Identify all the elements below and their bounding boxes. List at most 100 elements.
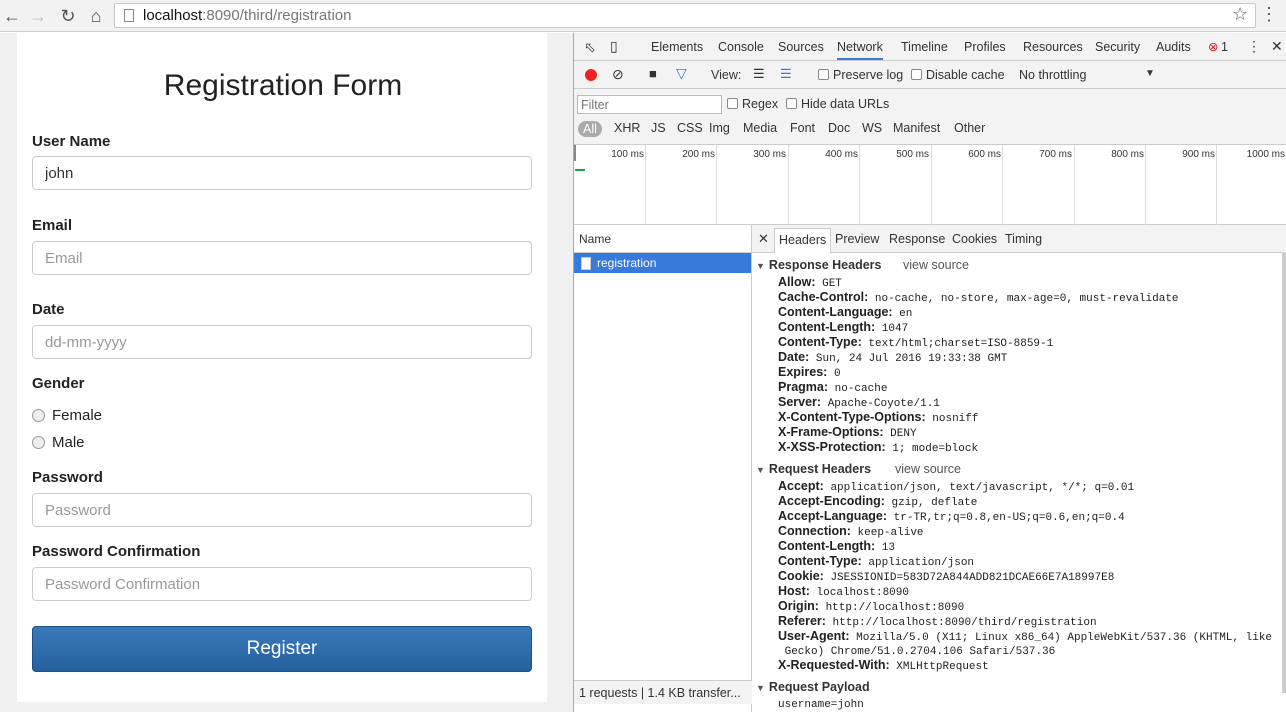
tab-audits[interactable]: Audits xyxy=(1156,40,1191,54)
header-row: Expires: 0 xyxy=(778,365,1278,381)
tab-timeline[interactable]: Timeline xyxy=(901,40,948,54)
password-input[interactable] xyxy=(32,493,532,527)
header-value: keep-alive xyxy=(850,527,924,539)
filter-icon[interactable]: ▽ xyxy=(676,65,687,82)
tab-console[interactable]: Console xyxy=(718,40,764,54)
reload-icon[interactable]: ↻ xyxy=(56,4,80,28)
tab-timing[interactable]: Timing xyxy=(1005,232,1042,246)
request-view-source-link[interactable]: view source xyxy=(895,462,961,476)
detail-tabbar: ✕ Headers Preview Response Cookies Timin… xyxy=(752,225,1286,254)
regex-label: Regex xyxy=(742,97,779,111)
tab-elements[interactable]: Elements xyxy=(651,40,703,54)
response-view-source-link[interactable]: view source xyxy=(903,258,969,272)
tab-sources[interactable]: Sources xyxy=(778,40,824,54)
filter-media[interactable]: Media xyxy=(743,121,777,135)
username-label: User Name xyxy=(32,133,111,150)
tab-preview[interactable]: Preview xyxy=(835,232,879,246)
request-headers-title: Request Headers xyxy=(768,462,872,476)
header-value: GET xyxy=(815,278,842,290)
url-host: localhost xyxy=(143,7,203,24)
capture-screenshots-icon[interactable]: ■ xyxy=(649,66,657,81)
large-rows-icon[interactable]: ☰ xyxy=(753,66,765,82)
header-key: Content-Type: xyxy=(778,335,862,349)
device-mode-icon[interactable]: ▯ xyxy=(610,38,618,55)
tab-security[interactable]: Security xyxy=(1095,40,1140,54)
gender-male-radio[interactable] xyxy=(32,436,45,449)
filter-all[interactable]: All xyxy=(578,121,602,137)
inspect-icon[interactable]: ⬁ xyxy=(584,39,596,56)
preserve-log-label: Preserve log xyxy=(833,68,904,82)
header-row: Origin: http://localhost:8090 xyxy=(778,599,1278,615)
name-column-header[interactable]: Name xyxy=(574,225,751,253)
header-value: no-cache xyxy=(828,383,888,395)
request-payload-section[interactable]: ▼ Request Payload xyxy=(756,680,870,694)
date-input[interactable] xyxy=(32,325,532,359)
more-options-icon[interactable]: ⋮ xyxy=(1247,38,1261,55)
filter-other[interactable]: Other xyxy=(954,121,985,135)
throttling-select[interactable]: No throttling xyxy=(1019,68,1086,82)
tab-profiles[interactable]: Profiles xyxy=(964,40,1006,54)
gender-male-label: Male xyxy=(52,434,85,451)
request-list: Name registration 1 requests | 1.4 KB tr… xyxy=(574,225,752,712)
tab-cookies[interactable]: Cookies xyxy=(952,232,997,246)
response-headers-section[interactable]: ▼ Response Headers xyxy=(756,258,881,272)
clear-icon[interactable]: ⊘ xyxy=(612,66,624,83)
disable-cache-checkbox[interactable] xyxy=(911,69,922,80)
gender-female-radio[interactable] xyxy=(32,409,45,422)
response-headers-title: Response Headers xyxy=(768,258,882,272)
header-row: Accept: application/json, text/javascrip… xyxy=(778,479,1278,495)
header-key: Connection: xyxy=(778,524,851,538)
chevron-down-icon[interactable]: ▼ xyxy=(1145,68,1155,79)
password-confirm-label: Password Confirmation xyxy=(32,543,201,560)
header-row: Content-Type: text/html;charset=ISO-8859… xyxy=(778,335,1278,351)
forward-icon[interactable]: → xyxy=(26,4,50,28)
timeline-cursor xyxy=(574,145,576,161)
filter-manifest[interactable]: Manifest xyxy=(893,121,940,135)
overview-icon[interactable]: ☰ xyxy=(780,66,792,82)
preserve-log-checkbox[interactable] xyxy=(818,69,829,80)
filter-font[interactable]: Font xyxy=(790,121,815,135)
header-row: Content-Language: en xyxy=(778,305,1278,321)
close-detail-icon[interactable]: ✕ xyxy=(758,231,769,247)
registration-card: Registration Form User Name Email Date G… xyxy=(17,33,547,702)
filter-img[interactable]: Img xyxy=(709,121,730,135)
home-icon[interactable]: ⌂ xyxy=(84,4,108,28)
collapse-triangle-icon: ▼ xyxy=(756,683,765,693)
filter-doc[interactable]: Doc xyxy=(828,121,850,135)
record-icon[interactable] xyxy=(585,69,597,81)
header-value: text/html;charset=ISO-8859-1 xyxy=(861,338,1054,350)
filter-ws[interactable]: WS xyxy=(862,121,882,135)
filter-css[interactable]: CSS xyxy=(677,121,703,135)
filter-toolbar: Regex Hide data URLs All XHR JS CSS Img … xyxy=(574,89,1286,145)
header-row: X-Requested-With: XMLHttpRequest xyxy=(778,658,1278,674)
hide-data-urls-checkbox[interactable] xyxy=(786,98,797,109)
filter-js[interactable]: JS xyxy=(651,121,666,135)
scrollbar[interactable] xyxy=(1282,253,1286,693)
tab-response[interactable]: Response xyxy=(889,232,945,246)
close-devtools-icon[interactable]: ✕ xyxy=(1271,38,1283,55)
tab-network[interactable]: Network xyxy=(837,40,883,60)
menu-icon[interactable]: ⋮ xyxy=(1260,4,1278,25)
back-icon[interactable]: ← xyxy=(0,4,24,28)
header-value: DENY xyxy=(883,428,917,440)
address-bar[interactable]: localhost:8090/third/registration xyxy=(114,3,1256,28)
email-input[interactable] xyxy=(32,241,532,275)
tab-headers[interactable]: Headers xyxy=(774,228,832,254)
gender-label: Gender xyxy=(32,375,85,392)
tab-resources[interactable]: Resources xyxy=(1023,40,1083,54)
request-row[interactable]: registration xyxy=(574,253,751,273)
filter-input[interactable] xyxy=(577,95,722,114)
username-input[interactable] xyxy=(32,156,532,190)
filter-xhr[interactable]: XHR xyxy=(614,121,640,135)
document-icon xyxy=(581,257,591,270)
page-icon xyxy=(124,9,134,22)
header-value: http://localhost:8090 xyxy=(818,602,965,614)
header-value: Apache-Coyote/1.1 xyxy=(821,398,940,410)
devtools-panel: ⬁ ▯ Elements Console Sources Network Tim… xyxy=(573,33,1286,712)
request-headers-section[interactable]: ▼ Request Headers xyxy=(756,462,871,476)
register-button[interactable]: Register xyxy=(32,626,532,672)
error-icon[interactable]: ⊗ xyxy=(1208,39,1218,54)
regex-checkbox[interactable] xyxy=(727,98,738,109)
password-confirm-input[interactable] xyxy=(32,567,532,601)
bookmark-star-icon[interactable]: ☆ xyxy=(1232,4,1248,25)
